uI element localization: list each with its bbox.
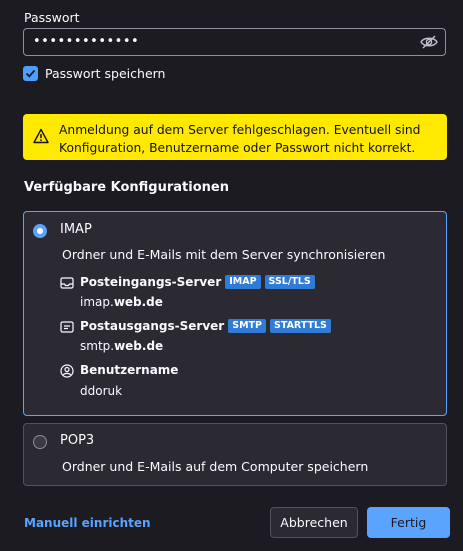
security-badge: STARTTLS bbox=[269, 319, 331, 333]
protocol-badge: IMAP bbox=[225, 275, 261, 289]
incoming-server-host: imap.web.de bbox=[80, 295, 163, 309]
password-field[interactable]: ••••••••••••• bbox=[23, 28, 446, 56]
remember-password-checkbox[interactable] bbox=[23, 66, 38, 81]
pop3-radio[interactable] bbox=[33, 435, 47, 449]
config-option-imap[interactable]: IMAP Ordner und E-Mails mit dem Server s… bbox=[23, 211, 447, 416]
remember-password-label: Passwort speichern bbox=[45, 66, 166, 81]
pop3-description: Ordner und E-Mails auf dem Computer spei… bbox=[62, 459, 369, 474]
incoming-server-label: Posteingangs-Server bbox=[80, 275, 222, 289]
checkmark-icon bbox=[25, 69, 36, 78]
user-icon bbox=[60, 364, 74, 378]
outbox-icon bbox=[60, 321, 74, 333]
username-title: Benutzername bbox=[80, 363, 179, 377]
username-value: ddoruk bbox=[80, 384, 123, 398]
outgoing-server-host: smtp.web.de bbox=[80, 339, 164, 353]
security-badge: SSL/TLS bbox=[264, 275, 315, 289]
outgoing-server-title: Postausgangs-Server SMTP STARTTLS bbox=[80, 319, 331, 333]
done-button[interactable]: Fertig bbox=[367, 507, 450, 538]
imap-title: IMAP bbox=[60, 222, 92, 237]
manual-setup-link[interactable]: Manuell einrichten bbox=[24, 516, 151, 530]
incoming-server-title: Posteingangs-Server IMAP SSL/TLS bbox=[80, 275, 315, 289]
eye-slash-icon[interactable] bbox=[420, 34, 438, 50]
config-option-pop3[interactable]: POP3 Ordner und E-Mails auf dem Computer… bbox=[23, 423, 447, 486]
outgoing-server-label: Postausgangs-Server bbox=[80, 319, 225, 333]
inbox-icon bbox=[60, 277, 74, 289]
cancel-button[interactable]: Abbrechen bbox=[270, 507, 358, 538]
warning-icon bbox=[33, 128, 49, 144]
imap-radio[interactable] bbox=[33, 224, 47, 238]
password-value: ••••••••••••• bbox=[33, 34, 140, 49]
section-title: Verfügbare Konfigurationen bbox=[24, 180, 229, 195]
protocol-badge: SMTP bbox=[228, 319, 266, 333]
imap-description: Ordner und E-Mails mit dem Server synchr… bbox=[62, 247, 386, 262]
warning-text: Anmeldung auf dem Server fehlgeschlagen.… bbox=[59, 123, 421, 155]
password-label: Passwort bbox=[24, 10, 80, 25]
pop3-title: POP3 bbox=[60, 433, 95, 448]
remember-password-row[interactable]: Passwort speichern bbox=[23, 66, 165, 81]
login-error-banner: Anmeldung auf dem Server fehlgeschlagen.… bbox=[23, 114, 447, 160]
